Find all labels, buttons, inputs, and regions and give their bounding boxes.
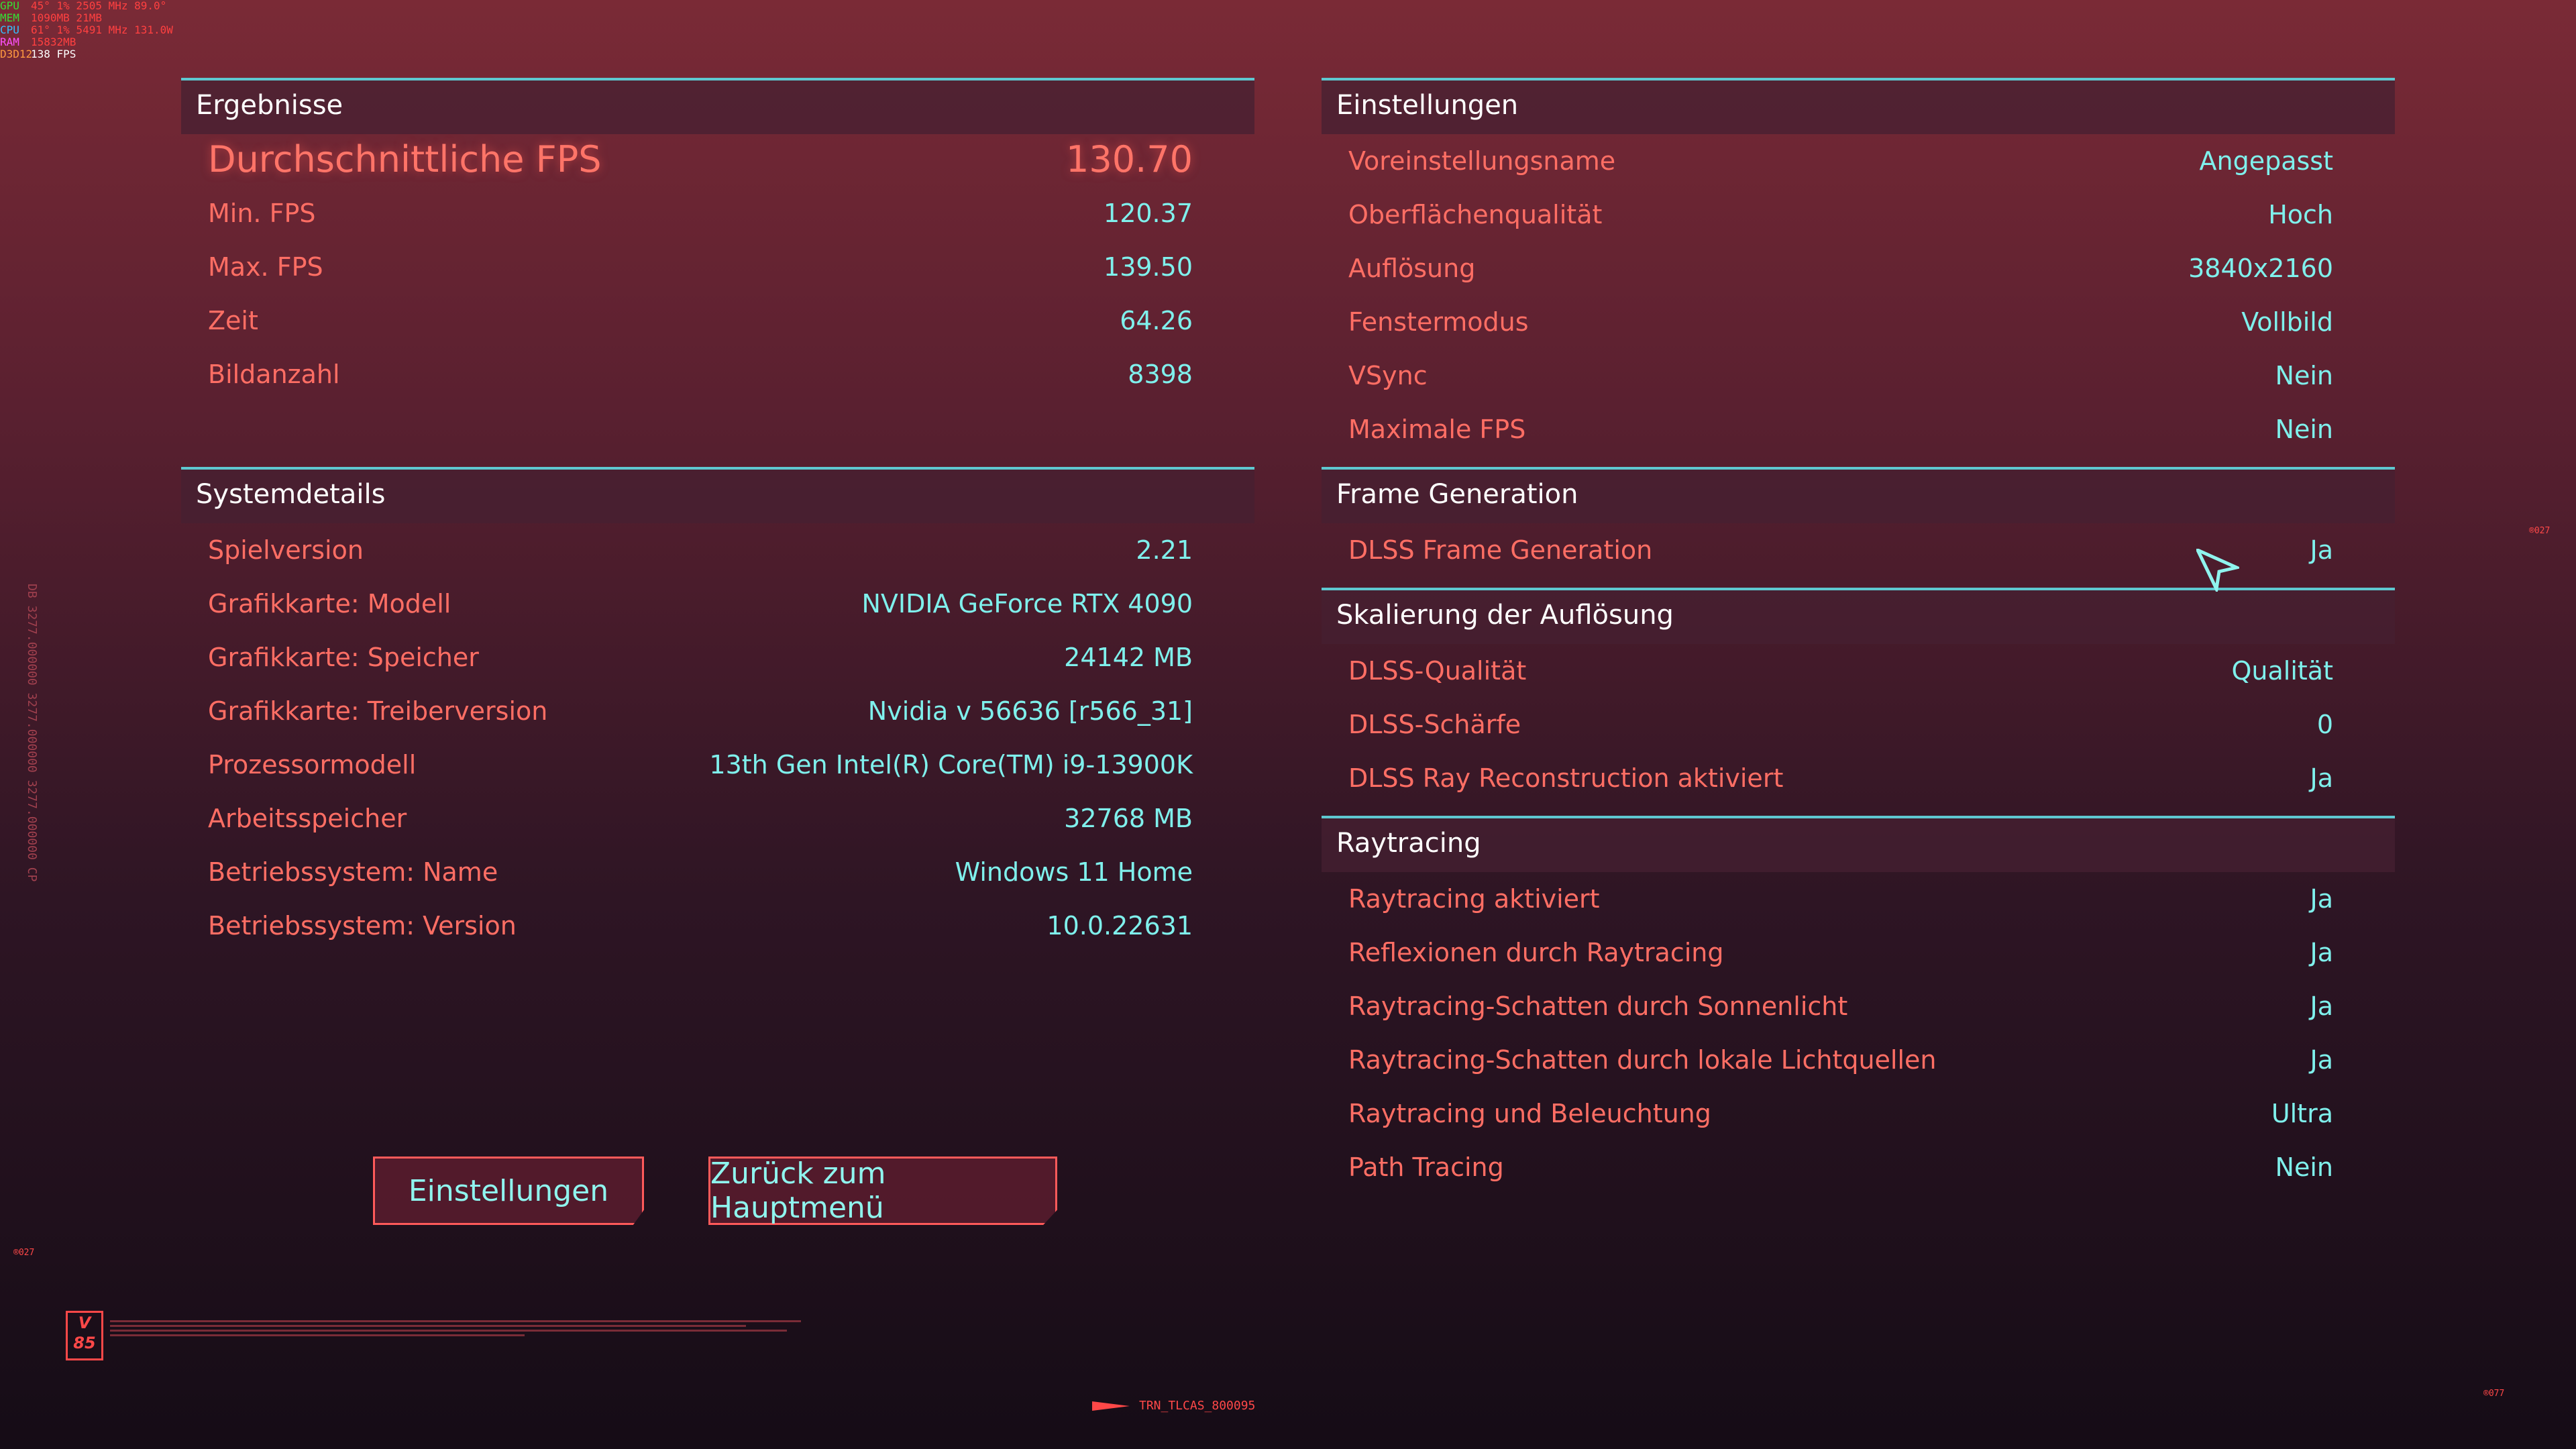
corner-mark-left-bottom: ®027 (13, 1248, 35, 1258)
system-row: Grafikkarte: Modell NVIDIA GeForce RTX 40… (208, 589, 1193, 619)
corner-mark-right-bottom: ®077 (2483, 1389, 2505, 1399)
raytracing-row: Raytracing aktiviert Ja (1348, 884, 2333, 914)
raytracing-row: Raytracing und Beleuchtung Ultra (1348, 1099, 2333, 1128)
avg-fps-label: Durchschnittliche FPS (208, 138, 602, 180)
raytracing-row: Raytracing-Schatten durch lokale Lichtqu… (1348, 1045, 2333, 1075)
settings-panel: Einstellungen Voreinstellungsname Angepas… (1322, 78, 2395, 467)
vertical-decor-text: DB 3277.000000 3277.000000 3277.000000 C… (25, 584, 39, 882)
avg-fps-row: Durchschnittliche FPS 130.70 (208, 137, 1193, 184)
raytracing-header: Raytracing (1322, 816, 2395, 872)
settings-row: VSync Nein (1348, 361, 2333, 390)
corner-mark-right-top: ®027 (2529, 526, 2551, 536)
raytracing-panel: Raytracing Raytracing aktiviert Ja Reflex… (1322, 816, 2395, 1205)
fine-print-block (110, 1318, 801, 1339)
system-row: Arbeitsspeicher 32768 MB (208, 804, 1193, 833)
scaling-row: DLSS-Qualität Qualität (1348, 656, 2333, 686)
overlay-row-cpu: CPU 61° 1% 5491 MHz 131.0W (0, 23, 173, 36)
performance-overlay: GPU 45° 1% 2505 MHz 89.0° MEM 1090MB 21MB … (0, 0, 173, 60)
overlay-row-mem: MEM 1090MB 21MB (0, 11, 102, 24)
system-row: Prozessormodell 13th Gen Intel(R) Core(TM… (208, 750, 1193, 780)
version-badge-icon: V 85 (66, 1311, 103, 1360)
frame-generation-title: Frame Generation (1336, 479, 1578, 510)
raytracing-row: Path Tracing Nein (1348, 1152, 2333, 1182)
system-header: Systemdetails (181, 467, 1254, 523)
raytracing-row: Reflexionen durch Raytracing Ja (1348, 938, 2333, 967)
system-panel: Systemdetails Spielversion 2.21 Grafikkar… (181, 467, 1254, 963)
results-row: Max. FPS 139.50 (208, 252, 1193, 282)
scaling-row: DLSS Ray Reconstruction aktiviert Ja (1348, 763, 2333, 793)
avg-fps-value: 130.70 (1066, 138, 1193, 180)
raytracing-row: Raytracing-Schatten durch Sonnenlicht Ja (1348, 991, 2333, 1021)
settings-row: Fenstermodus Vollbild (1348, 307, 2333, 337)
arrow-icon (1092, 1401, 1130, 1411)
results-row: Min. FPS 120.37 (208, 199, 1193, 228)
back-to-main-menu-button[interactable]: Zurück zum Hauptmenü (708, 1157, 1057, 1225)
scaling-row: DLSS-Schärfe 0 (1348, 710, 2333, 739)
mouse-cursor-icon (2194, 546, 2242, 595)
overlay-row-gpu: GPU 45° 1% 2505 MHz 89.0° (0, 0, 167, 12)
scaling-header: Skalierung der Auflösung (1322, 588, 2395, 644)
settings-button[interactable]: Einstellungen (373, 1157, 644, 1225)
system-row: Betriebssystem: Version 10.0.22631 (208, 911, 1193, 941)
system-row: Spielversion 2.21 (208, 535, 1193, 565)
settings-row: Maximale FPS Nein (1348, 415, 2333, 444)
scaling-panel: Skalierung der Auflösung DLSS-Qualität Qu… (1322, 588, 2395, 816)
raytracing-title: Raytracing (1336, 828, 1481, 859)
overlay-row-fps: D3D12138 FPS (0, 48, 76, 60)
results-panel: Ergebnisse Durchschnittliche FPS 130.70 … (181, 78, 1254, 453)
system-row: Betriebssystem: Name Windows 11 Home (208, 857, 1193, 887)
results-row: Bildanzahl 8398 (208, 360, 1193, 389)
bottom-tag-text: TRN_TLCAS_800095 (1139, 1399, 1256, 1413)
settings-row: Oberflächenqualität Hoch (1348, 200, 2333, 229)
settings-row: Voreinstellungsname Angepasst (1348, 146, 2333, 176)
results-row: Zeit 64.26 (208, 306, 1193, 335)
frame-generation-header: Frame Generation (1322, 467, 2395, 523)
framegen-row: DLSS Frame Generation Ja (1348, 535, 2333, 565)
settings-header: Einstellungen (1322, 78, 2395, 134)
results-title: Ergebnisse (196, 90, 343, 121)
scaling-title: Skalierung der Auflösung (1336, 600, 1674, 631)
settings-title: Einstellungen (1336, 90, 1519, 121)
results-header: Ergebnisse (181, 78, 1254, 134)
system-title: Systemdetails (196, 479, 386, 510)
settings-row: Auflösung 3840x2160 (1348, 254, 2333, 283)
overlay-row-ram: RAM 15832MB (0, 36, 76, 48)
system-row: Grafikkarte: Speicher 24142 MB (208, 643, 1193, 672)
system-row: Grafikkarte: Treiberversion Nvidia v 5663… (208, 696, 1193, 726)
